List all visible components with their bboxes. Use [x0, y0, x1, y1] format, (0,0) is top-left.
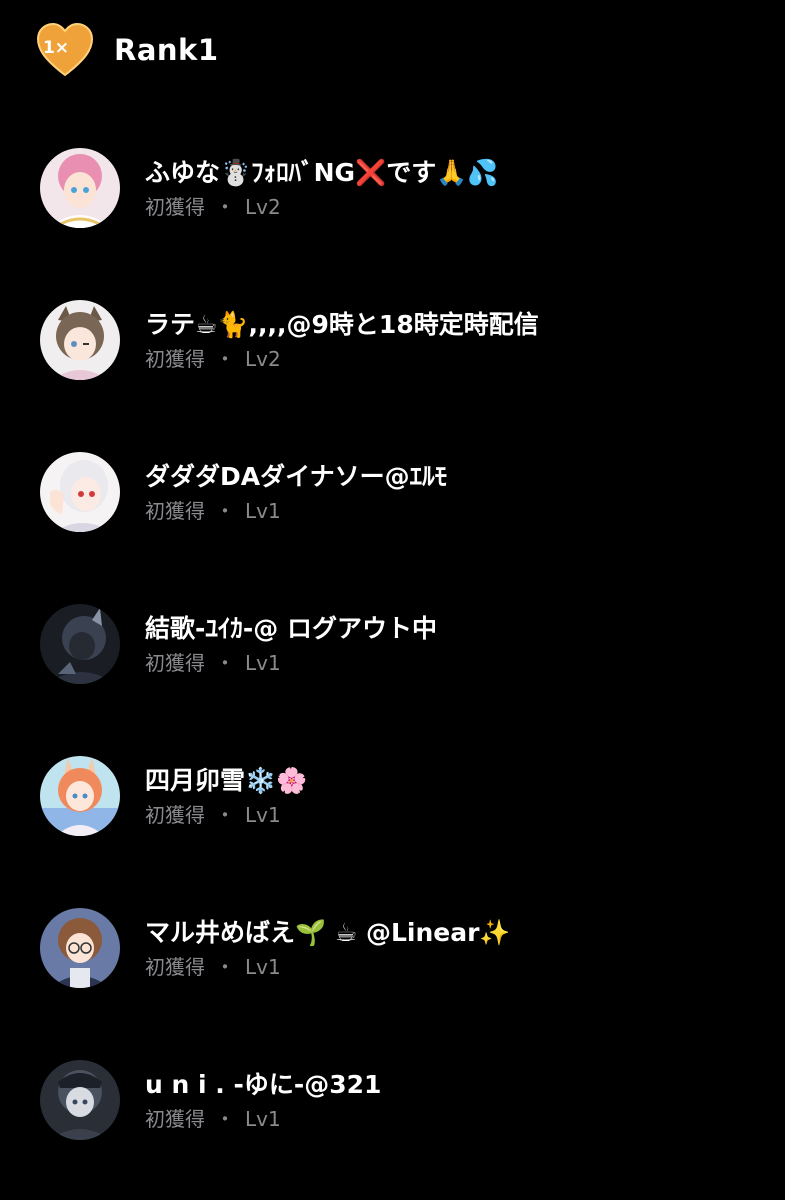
user-level: Lv1: [245, 803, 281, 827]
separator-dot: ・: [215, 955, 235, 979]
user-meta: 初獲得・ Lv1: [145, 954, 511, 980]
user-name: マル井めばえ🌱 ☕ @Linear✨: [145, 918, 511, 947]
user-level: Lv1: [245, 955, 281, 979]
acquisition-status: 初獲得: [145, 1107, 205, 1131]
list-item[interactable]: ダダダDAダイナソー@ｴﾙﾓ 初獲得・ Lv1: [40, 450, 760, 534]
user-name: ふゆな☃️ﾌｫﾛﾊﾞNG❌です🙏💦: [145, 158, 499, 187]
user-level: Lv1: [245, 499, 281, 523]
list-item[interactable]: ふゆな☃️ﾌｫﾛﾊﾞNG❌です🙏💦 初獲得・ Lv2: [40, 146, 760, 230]
list-item[interactable]: 結歌-ﾕｲｶ-@ ログアウト中 初獲得・ Lv1: [40, 602, 760, 686]
acquisition-status: 初獲得: [145, 651, 205, 675]
user-level: Lv2: [245, 347, 281, 371]
list-item[interactable]: マル井めばえ🌱 ☕ @Linear✨ 初獲得・ Lv1: [40, 906, 760, 990]
user-meta: 初獲得・ Lv1: [145, 650, 437, 676]
user-avatar[interactable]: [40, 908, 120, 988]
user-name: u n i . -ゆに-@321: [145, 1070, 382, 1099]
rank-badge-number: 1×: [43, 38, 69, 58]
acquisition-status: 初獲得: [145, 347, 205, 371]
user-meta: 初獲得・ Lv1: [145, 802, 307, 828]
user-meta: 初獲得・ Lv1: [145, 1106, 381, 1132]
user-meta: 初獲得・ Lv1: [145, 498, 447, 524]
user-level: Lv2: [245, 195, 281, 219]
rank-title: Rank1: [114, 33, 219, 67]
user-meta: 初獲得・ Lv2: [145, 346, 539, 372]
separator-dot: ・: [215, 651, 235, 675]
separator-dot: ・: [215, 499, 235, 523]
user-name: ダダダDAダイナソー@ｴﾙﾓ: [145, 462, 448, 491]
separator-dot: ・: [215, 195, 235, 219]
user-avatar[interactable]: [40, 604, 120, 684]
rank-header: 1× Rank1: [34, 18, 219, 82]
user-name: 四月卯雪❄️🌸: [145, 766, 308, 795]
user-avatar[interactable]: [40, 756, 120, 836]
separator-dot: ・: [215, 803, 235, 827]
acquisition-status: 初獲得: [145, 499, 205, 523]
list-item[interactable]: 四月卯雪❄️🌸 初獲得・ Lv1: [40, 754, 760, 838]
separator-dot: ・: [215, 347, 235, 371]
user-level: Lv1: [245, 651, 281, 675]
list-item[interactable]: ラテ☕🐈,,,,@9時と18時定時配信 初獲得・ Lv2: [40, 298, 760, 382]
user-avatar[interactable]: [40, 300, 120, 380]
user-name: 結歌-ﾕｲｶ-@ ログアウト中: [145, 614, 437, 643]
user-name: ラテ☕🐈,,,,@9時と18時定時配信: [145, 310, 539, 339]
separator-dot: ・: [215, 1107, 235, 1131]
user-avatar[interactable]: [40, 452, 120, 532]
acquisition-status: 初獲得: [145, 955, 205, 979]
user-level: Lv1: [245, 1107, 281, 1131]
acquisition-status: 初獲得: [145, 195, 205, 219]
list-item[interactable]: u n i . -ゆに-@321 初獲得・ Lv1: [40, 1058, 760, 1142]
rank-heart-badge-icon: 1×: [36, 22, 94, 77]
user-avatar[interactable]: [40, 1060, 120, 1140]
user-meta: 初獲得・ Lv2: [145, 194, 498, 220]
user-avatar[interactable]: [40, 148, 120, 228]
acquisition-status: 初獲得: [145, 803, 205, 827]
